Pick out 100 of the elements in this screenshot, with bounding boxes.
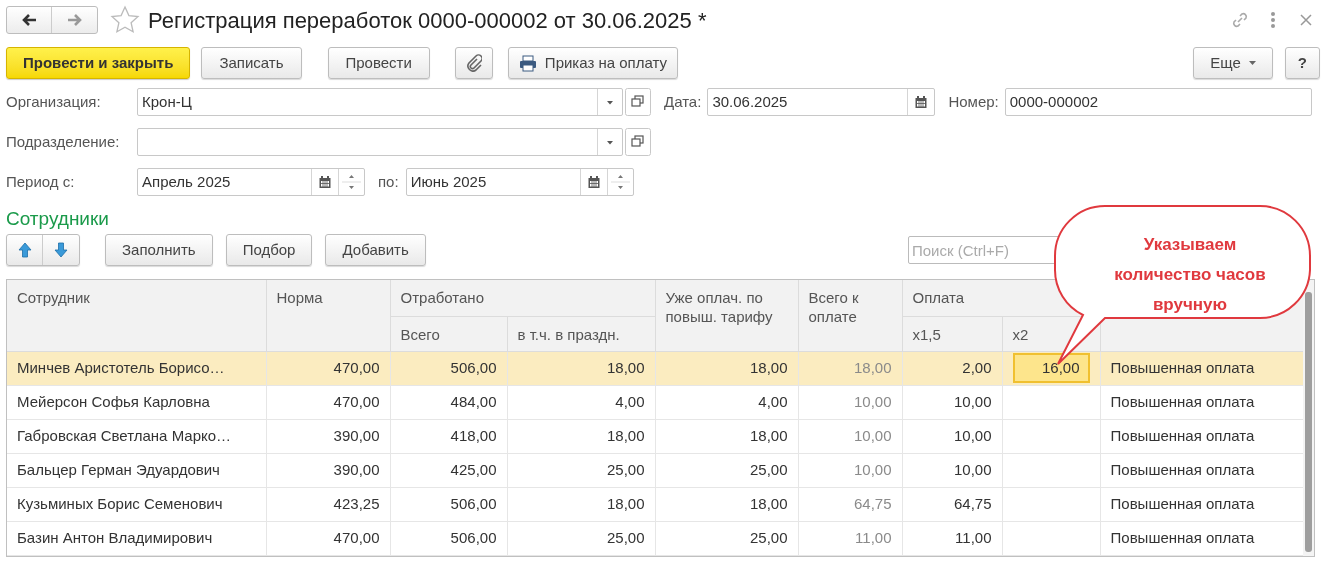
paperclip-icon [465, 54, 482, 72]
table-cell: Повышенная оплата [1110, 426, 1255, 444]
table-cell: Повышенная оплата [1110, 494, 1255, 512]
more-button[interactable]: Еще [1193, 47, 1273, 79]
table-cell: Кузьминых Борис Семенович [17, 494, 223, 512]
department-field[interactable] [137, 128, 623, 156]
table-cell: 10,00 [853, 392, 892, 410]
table-cell: 10,00 [853, 460, 892, 478]
post-and-close-button[interactable]: Провести и закрыть [6, 47, 191, 79]
table-cell: 10,00 [953, 460, 992, 478]
printer-icon [518, 54, 537, 72]
column-header: x2 [1012, 325, 1029, 343]
table-cell: Повышенная оплата [1110, 392, 1255, 410]
toolbar-button[interactable]: Записать [201, 47, 302, 79]
star-icon[interactable] [110, 5, 140, 35]
table-cell: 11,00 [855, 528, 892, 546]
back-arrow-icon [21, 13, 37, 27]
table-cell: 25,00 [606, 528, 645, 546]
window-title: Регистрация переработок 0000-000002 от 30.06.2025 * [148, 6, 708, 35]
table-button[interactable]: Подбор [225, 234, 313, 266]
table-row[interactable]: Габровская Светлана Марко… 390,00 418,00 18,00 18,00 10,00 10,00 Повышенная оплата [7, 419, 1303, 453]
table-row[interactable]: Бальцер Герман Эдуардович 390,00 425,00 25,00 25,00 10,00 10,00 Повышенная оплата [7, 453, 1303, 487]
table-cell: Базин Антон Владимирович [17, 528, 213, 546]
table-cell: Минчев Аристотель Борисо… [17, 358, 225, 376]
table-cell: 506,00 [450, 494, 497, 512]
table-cell: 18,00 [749, 426, 788, 444]
column-header: Отработано [400, 289, 484, 306]
field-label: Номер: [948, 91, 999, 112]
table-cell: 64,75 [953, 494, 992, 512]
table-cell: 64,75 [853, 494, 892, 512]
print-button[interactable]: Приказ на оплату [507, 47, 679, 79]
close-icon[interactable] [1300, 14, 1312, 26]
table-cell: 4,00 [758, 392, 788, 410]
table-cell: 18,00 [749, 494, 788, 512]
field-label: Подразделение: [6, 131, 121, 152]
number-field[interactable]: 0000-000002 [1004, 88, 1312, 116]
forward-arrow-icon [66, 13, 83, 27]
table-cell: 18,00 [606, 358, 645, 376]
table-cell: Мейерсон Софья Карловна [17, 392, 210, 410]
table-cell: 4,00 [615, 392, 645, 410]
search-field[interactable]: Поиск (Ctrl+F) [908, 236, 1060, 264]
down-arrow-icon [54, 242, 68, 258]
help-button[interactable]: ? [1284, 47, 1320, 79]
cell-input[interactable]: 16,00 [1012, 353, 1090, 383]
column-header: Сотрудник [17, 289, 90, 306]
table-cell: 470,00 [333, 528, 380, 546]
table-cell: 18,00 [606, 494, 645, 512]
attach-button[interactable] [454, 47, 493, 79]
more-options-icon[interactable] [1270, 11, 1276, 29]
table-cell: 10,00 [953, 426, 992, 444]
table-button[interactable]: Добавить [325, 234, 426, 266]
table-cell: 425,00 [450, 460, 497, 478]
column-header: Всего к оплате [808, 289, 859, 325]
table-cell: 470,00 [333, 358, 380, 376]
table-row[interactable]: Минчев Аристотель Борисо… 470,00 506,00 18,00 18,00 18,00 2,00 16,00 Повышенная оплата [7, 351, 1303, 385]
column-header: Норма [276, 289, 323, 306]
table-cell: 506,00 [450, 358, 497, 376]
scrollbar-thumb[interactable] [1305, 292, 1312, 552]
table-cell: 506,00 [450, 528, 497, 546]
table-cell: 11,00 [955, 528, 992, 546]
field-label: по: [378, 171, 399, 192]
date-field[interactable]: 30.06.2025 [707, 88, 936, 116]
column-header: в т.ч. в праздн. [517, 325, 620, 343]
caret-icon [1248, 61, 1256, 65]
column-header: Оплата [912, 289, 965, 306]
table-cell: 25,00 [749, 460, 788, 478]
table-cell: 484,00 [450, 392, 497, 410]
callout-text: Указываем количество часов вручную [1113, 234, 1267, 316]
table-cell: Повышенная оплата [1110, 528, 1255, 546]
section-title: Сотрудники [6, 207, 110, 231]
up-arrow-icon [17, 242, 32, 258]
column-header: x1,5 [912, 325, 941, 343]
table-cell: 10,00 [853, 426, 892, 444]
table-cell: Бальцер Герман Эдуардович [17, 460, 220, 478]
table-cell: 2,00 [962, 358, 992, 376]
table-button[interactable]: Заполнить [105, 234, 213, 266]
field-label: Организация: [6, 91, 102, 112]
table-cell: 390,00 [333, 426, 380, 444]
table-cell: 25,00 [606, 460, 645, 478]
table-cell: Повышенная оплата [1110, 460, 1255, 478]
table-cell: 25,00 [749, 528, 788, 546]
period-from-field[interactable]: Апрель 2025 [137, 168, 365, 196]
table-row[interactable]: Кузьминых Борис Семенович 423,25 506,00 18,00 18,00 64,75 64,75 Повышенная оплата [7, 487, 1303, 521]
organization-field[interactable]: Крон-Ц [137, 88, 623, 116]
toolbar-button[interactable]: Провести [327, 47, 430, 79]
column-header: Всего [400, 325, 440, 343]
period-to-field[interactable]: Июнь 2025 [405, 168, 634, 196]
open-icon[interactable] [625, 128, 651, 156]
table-cell: 10,00 [953, 392, 992, 410]
field-label: Дата: [664, 91, 702, 112]
table-cell: Повышенная оплата [1110, 358, 1255, 376]
table-cell: 18,00 [606, 426, 645, 444]
table-cell: 470,00 [333, 392, 380, 410]
table-row[interactable]: Базин Антон Владимирович 470,00 506,00 25,00 25,00 11,00 11,00 Повышенная оплата [7, 521, 1303, 555]
open-icon[interactable] [625, 88, 651, 116]
table-cell: 390,00 [333, 460, 380, 478]
link-icon[interactable] [1230, 10, 1250, 30]
table-row[interactable]: Мейерсон Софья Карловна 470,00 484,00 4,00 4,00 10,00 10,00 Повышенная оплата [7, 385, 1303, 419]
table-cell: 18,00 [749, 358, 788, 376]
column-header: Уже оплач. по повыш. тарифу [665, 289, 773, 325]
